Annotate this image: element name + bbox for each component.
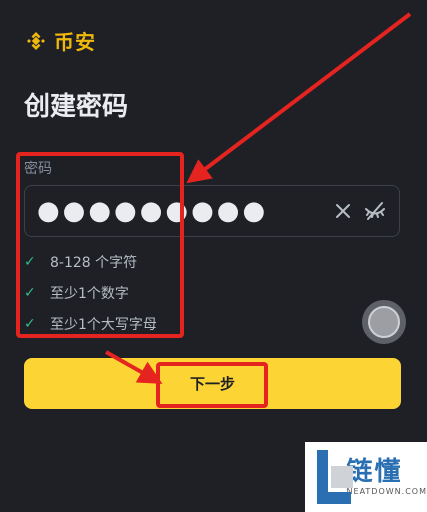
password-label: 密码 <box>24 161 52 177</box>
check-icon: ✓ <box>24 315 36 332</box>
assistive-touch-inner <box>368 306 400 338</box>
watermark-logo-icon <box>315 448 353 506</box>
watermark: 链懂 NEATDOWN.COM <box>305 442 427 512</box>
close-icon[interactable] <box>331 199 355 223</box>
rule-uppercase: ✓ 至少1个大写字母 <box>24 308 157 339</box>
watermark-site: NEATDOWN.COM <box>346 486 427 496</box>
check-icon: ✓ <box>24 253 36 270</box>
assistive-touch-button[interactable] <box>362 300 406 344</box>
rule-length: ✓ 8-128 个字符 <box>24 246 157 277</box>
eye-off-icon[interactable] <box>363 199 387 223</box>
binance-logo-icon <box>27 31 45 50</box>
next-button[interactable]: 下一步 <box>24 358 401 409</box>
password-field[interactable]: ●●●●●●●●● <box>24 185 400 237</box>
password-value[interactable]: ●●●●●●●●● <box>37 198 331 224</box>
page-title: 创建密码 <box>24 92 129 122</box>
brand-name: 币安 <box>54 30 96 54</box>
rule-text: 8-128 个字符 <box>50 254 138 271</box>
check-icon: ✓ <box>24 284 36 301</box>
password-rules: ✓ 8-128 个字符 ✓ 至少1个数字 ✓ 至少1个大写字母 <box>24 246 157 339</box>
watermark-name: 链懂 <box>346 457 403 488</box>
rule-text: 至少1个数字 <box>50 285 129 302</box>
rule-digit: ✓ 至少1个数字 <box>24 277 157 308</box>
rule-text: 至少1个大写字母 <box>50 316 157 333</box>
brand: 币安 <box>24 26 96 55</box>
arrow-to-password <box>186 12 412 184</box>
